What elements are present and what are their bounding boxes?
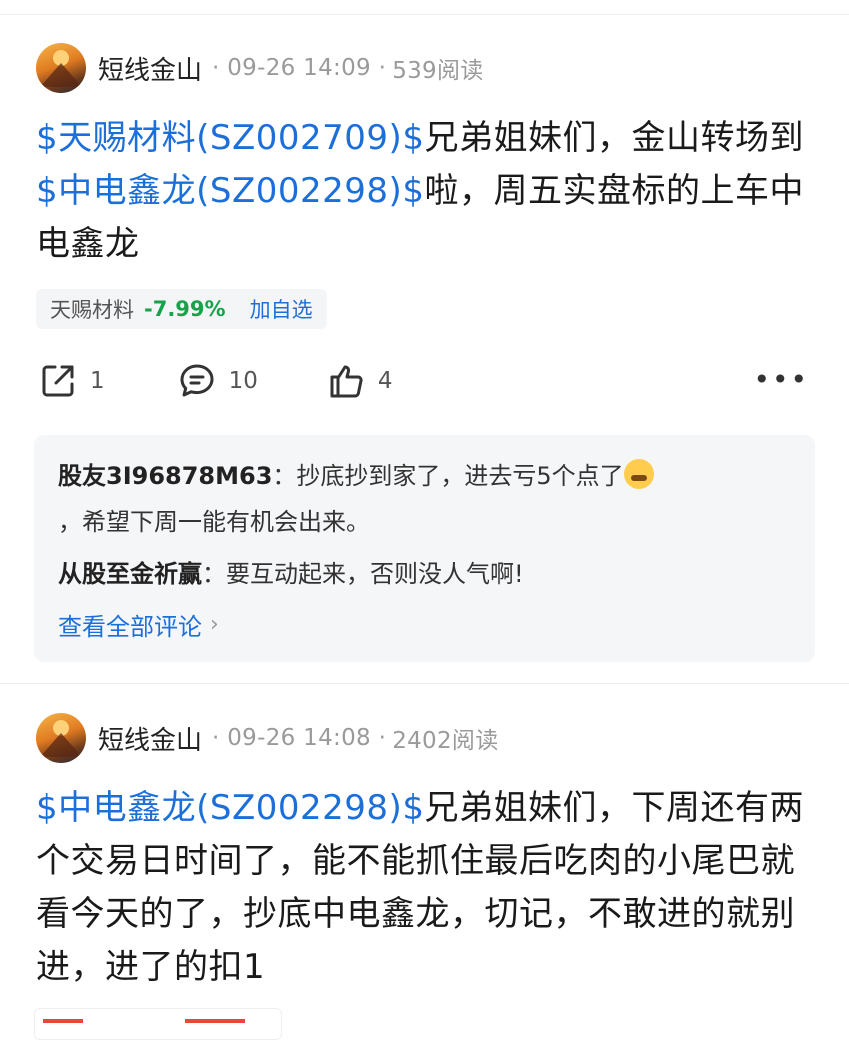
post-divider — [0, 683, 849, 684]
read-count: 539阅读 — [392, 58, 484, 84]
comment-count: 10 — [228, 368, 258, 394]
comments-preview: 股友3I96878M63：抄底抄到家了，进去亏5个点了 ，希望下周一能有机会出来。… — [34, 435, 815, 662]
commenter-name[interactable]: 股友3I96878M63 — [58, 462, 272, 490]
comment-button[interactable]: 10 — [177, 361, 258, 401]
comment-icon — [180, 364, 214, 397]
chevron-right-icon: › — [210, 612, 219, 637]
view-all-comments-link[interactable]: 查看全部评论 › — [58, 607, 791, 642]
image-preview-card[interactable] — [34, 1008, 282, 1040]
post-card: 短线金山 · 09-26 14:09 · 539阅读 $天赐材料(SZ00270… — [0, 36, 849, 662]
crying-emoji-icon — [623, 459, 654, 489]
author-name[interactable]: 短线金山 — [98, 720, 202, 757]
comment-text: ，希望下周一能有机会出来。 — [58, 508, 370, 536]
like-icon — [330, 365, 363, 398]
comment-sep: ： — [272, 462, 297, 490]
avatar[interactable] — [36, 713, 86, 763]
post-content[interactable]: $天赐材料(SZ002709)$兄弟姐妹们，金山转场到$中电鑫龙(SZ00229… — [0, 112, 849, 271]
add-watchlist-button[interactable]: 加自选 — [250, 294, 313, 324]
post-time: · 09-26 14:08 · — [212, 725, 387, 751]
read-count: 2402阅读 — [392, 728, 499, 754]
share-count: 1 — [90, 368, 105, 394]
author-row: 短线金山 · 09-26 14:08 · 2402阅读 — [0, 706, 849, 770]
comment-text: 要互动起来，否则没人气啊! — [226, 560, 524, 588]
commenter-name[interactable]: 从股至金祈赢 — [58, 560, 202, 588]
share-button[interactable]: 1 — [38, 361, 105, 401]
comment-sep: ： — [202, 560, 226, 588]
post-card: 短线金山 · 09-26 14:08 · 2402阅读 $中电鑫龙(SZ0022… — [0, 706, 849, 994]
view-all-label: 查看全部评论 — [58, 613, 202, 641]
more-icon[interactable]: ••• — [753, 363, 809, 396]
chip-stock-name: 天赐材料 — [50, 298, 134, 322]
avatar[interactable] — [36, 43, 86, 93]
comment-item[interactable]: 股友3I96878M63：抄底抄到家了，进去亏5个点了 ，希望下周一能有机会出来。 — [58, 453, 791, 545]
author-name[interactable]: 短线金山 — [98, 50, 202, 87]
top-divider — [0, 14, 849, 15]
like-count: 4 — [377, 368, 393, 394]
share-icon — [42, 365, 74, 397]
action-bar: 1 10 4 ••• — [0, 351, 849, 411]
stock-tag-link[interactable]: $中电鑫龙(SZ002298)$ — [36, 171, 424, 211]
comment-text: 抄底抄到家了，进去亏5个点了 — [296, 462, 624, 490]
post-content[interactable]: $中电鑫龙(SZ002298)$兄弟姐妹们，下周还有两个交易日时间了，能不能抓住… — [0, 782, 849, 994]
chip-stock-change: -7.99% — [144, 297, 226, 321]
stock-tag-link[interactable]: $中电鑫龙(SZ002298)$ — [36, 788, 424, 828]
comment-item[interactable]: 从股至金祈赢：要互动起来，否则没人气啊! — [58, 551, 791, 597]
post-text: 兄弟姐妹们，金山转场到 — [424, 118, 804, 158]
stock-tag-link[interactable]: $天赐材料(SZ002709)$ — [36, 118, 424, 158]
post-time: · 09-26 14:09 · — [212, 55, 387, 81]
stock-quote-chip[interactable]: 天赐材料 -7.99% 加自选 — [36, 289, 327, 329]
author-row: 短线金山 · 09-26 14:09 · 539阅读 — [0, 36, 849, 100]
like-button[interactable]: 4 — [326, 361, 393, 401]
